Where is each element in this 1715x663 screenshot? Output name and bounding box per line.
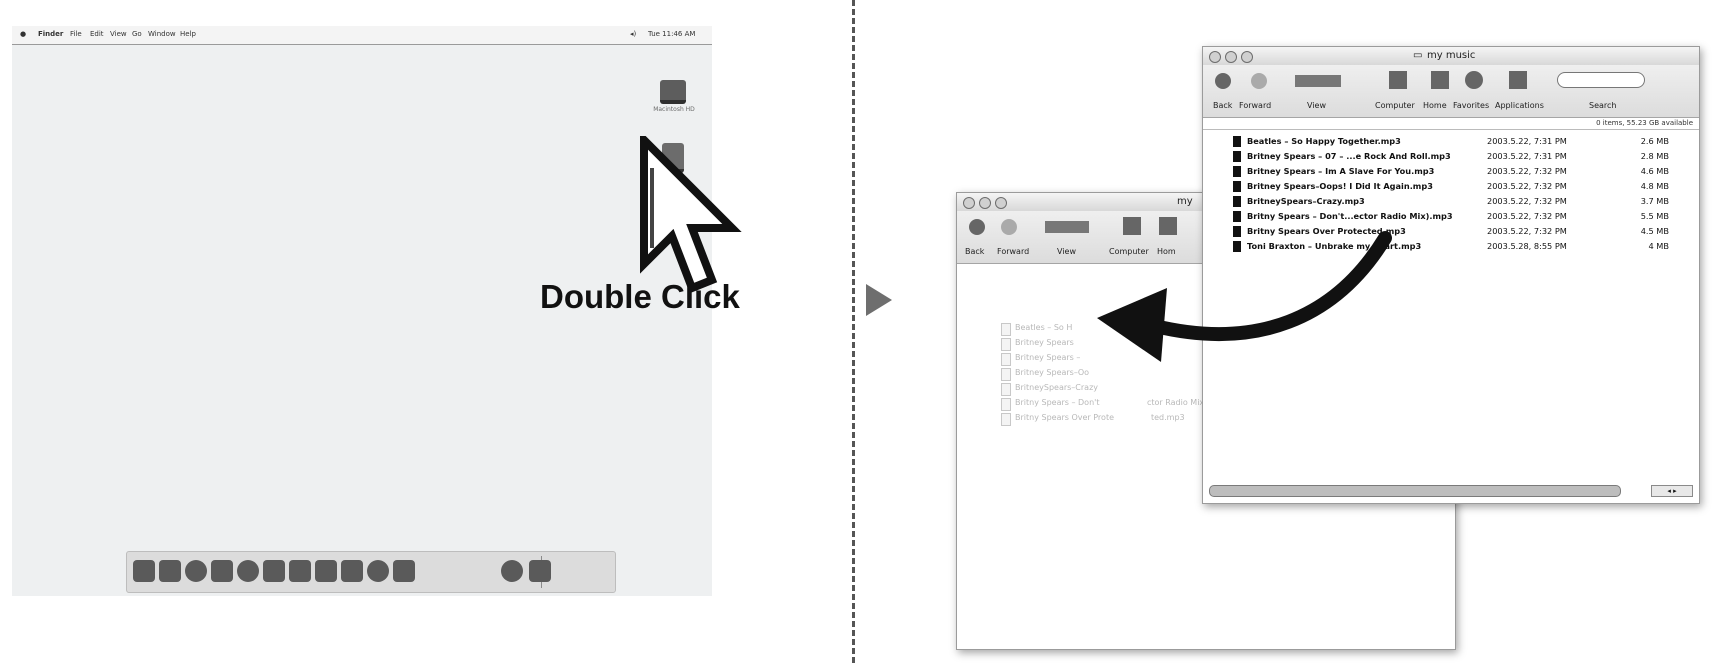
title-bar: ▭ my music: [1203, 47, 1699, 66]
file-icon: [1001, 413, 1011, 426]
dock: [126, 551, 616, 593]
file-icon: [1001, 398, 1011, 411]
mp3-file-icon: [1233, 136, 1241, 147]
window-title: my music: [1427, 50, 1476, 61]
search-label: Search: [1589, 101, 1617, 110]
hard-disk-icon[interactable]: [660, 80, 686, 104]
mp3-file-icon: [1233, 166, 1241, 177]
system-preferences-dock-icon[interactable]: [393, 560, 415, 582]
horizontal-scrollbar[interactable]: [1209, 485, 1621, 497]
folder-icon: ▭: [1413, 50, 1423, 61]
double-click-instruction: Double Click: [540, 278, 740, 315]
menu-file[interactable]: File: [70, 30, 82, 38]
menu-clock: Tue 11:46 AM: [648, 30, 696, 38]
hard-disk-label: Macintosh HD: [653, 106, 695, 113]
view-icon[interactable]: [1295, 75, 1341, 87]
menu-go[interactable]: Go: [132, 30, 142, 38]
back-label: Back: [1213, 101, 1233, 110]
menu-window[interactable]: Window: [148, 30, 176, 38]
file-icon: [1001, 323, 1011, 336]
finder-dock-icon[interactable]: [133, 560, 155, 582]
close-button[interactable]: [963, 197, 975, 209]
address-book-dock-icon[interactable]: [211, 560, 233, 582]
imovie-dock-icon[interactable]: [315, 560, 337, 582]
itunes-dock-icon[interactable]: [263, 560, 285, 582]
minimize-button[interactable]: [1225, 51, 1237, 63]
status-bar: 0 items, 55.23 GB available: [1596, 119, 1693, 127]
menu-finder[interactable]: Finder: [38, 30, 63, 38]
back-icon[interactable]: [1215, 73, 1231, 89]
file-icon: [1001, 353, 1011, 366]
computer-icon[interactable]: [1389, 71, 1407, 89]
forward-icon[interactable]: [1251, 73, 1267, 89]
search-input[interactable]: [1557, 72, 1645, 88]
drive-dock-icon[interactable]: [501, 560, 523, 582]
view-label: View: [1057, 247, 1076, 256]
file-icon: [1001, 383, 1011, 396]
mp3-file-icon: [1233, 181, 1241, 192]
mp3-file-icon: [1233, 211, 1241, 222]
mail-dock-icon[interactable]: [159, 560, 181, 582]
trash-dock-icon[interactable]: [529, 560, 551, 582]
zoom-button[interactable]: [1241, 51, 1253, 63]
back-icon[interactable]: [969, 219, 985, 235]
ichat-dock-icon[interactable]: [185, 560, 207, 582]
forward-label: Forward: [1239, 101, 1272, 110]
zoom-button[interactable]: [995, 197, 1007, 209]
apple-menu-icon[interactable]: ●: [20, 30, 26, 38]
mp3-file-icon: [1233, 196, 1241, 207]
step-divider: [852, 0, 855, 663]
internet-explorer-dock-icon[interactable]: [237, 560, 259, 582]
iphoto-dock-icon[interactable]: [289, 560, 311, 582]
file-icon: [1001, 338, 1011, 351]
quicktime-dock-icon[interactable]: [367, 560, 389, 582]
computer-label: Computer: [1375, 101, 1415, 110]
volume-icon[interactable]: ◂): [630, 30, 636, 38]
menu-help[interactable]: Help: [180, 30, 196, 38]
scroll-arrows[interactable]: ◂ ▸: [1651, 485, 1693, 497]
menu-view[interactable]: View: [110, 30, 127, 38]
home-icon[interactable]: [1431, 71, 1449, 89]
minimize-button[interactable]: [979, 197, 991, 209]
close-button[interactable]: [1209, 51, 1221, 63]
forward-icon[interactable]: [1001, 219, 1017, 235]
view-label: View: [1307, 101, 1326, 110]
mp3-file-icon: [1233, 151, 1241, 162]
next-step-arrow-icon: [866, 284, 892, 316]
window-toolbar: Back Forward View Computer Home Favorite…: [1203, 65, 1699, 118]
sherlock-dock-icon[interactable]: [341, 560, 363, 582]
back-label: Back: [965, 247, 985, 256]
favorites-label: Favorites: [1453, 101, 1490, 110]
menu-bar: ● Finder File Edit View Go Window Help ◂…: [12, 26, 712, 45]
forward-label: Forward: [997, 247, 1030, 256]
home-label: Home: [1423, 101, 1447, 110]
applications-icon[interactable]: [1509, 71, 1527, 89]
window-title: my: [1177, 196, 1193, 207]
list-divider: [1203, 129, 1699, 130]
applications-label: Applications: [1495, 101, 1544, 110]
menu-edit[interactable]: Edit: [90, 30, 104, 38]
view-icon[interactable]: [1045, 221, 1089, 233]
drag-arrow-icon: [1097, 231, 1392, 362]
favorites-icon[interactable]: [1465, 71, 1483, 89]
file-icon: [1001, 368, 1011, 381]
